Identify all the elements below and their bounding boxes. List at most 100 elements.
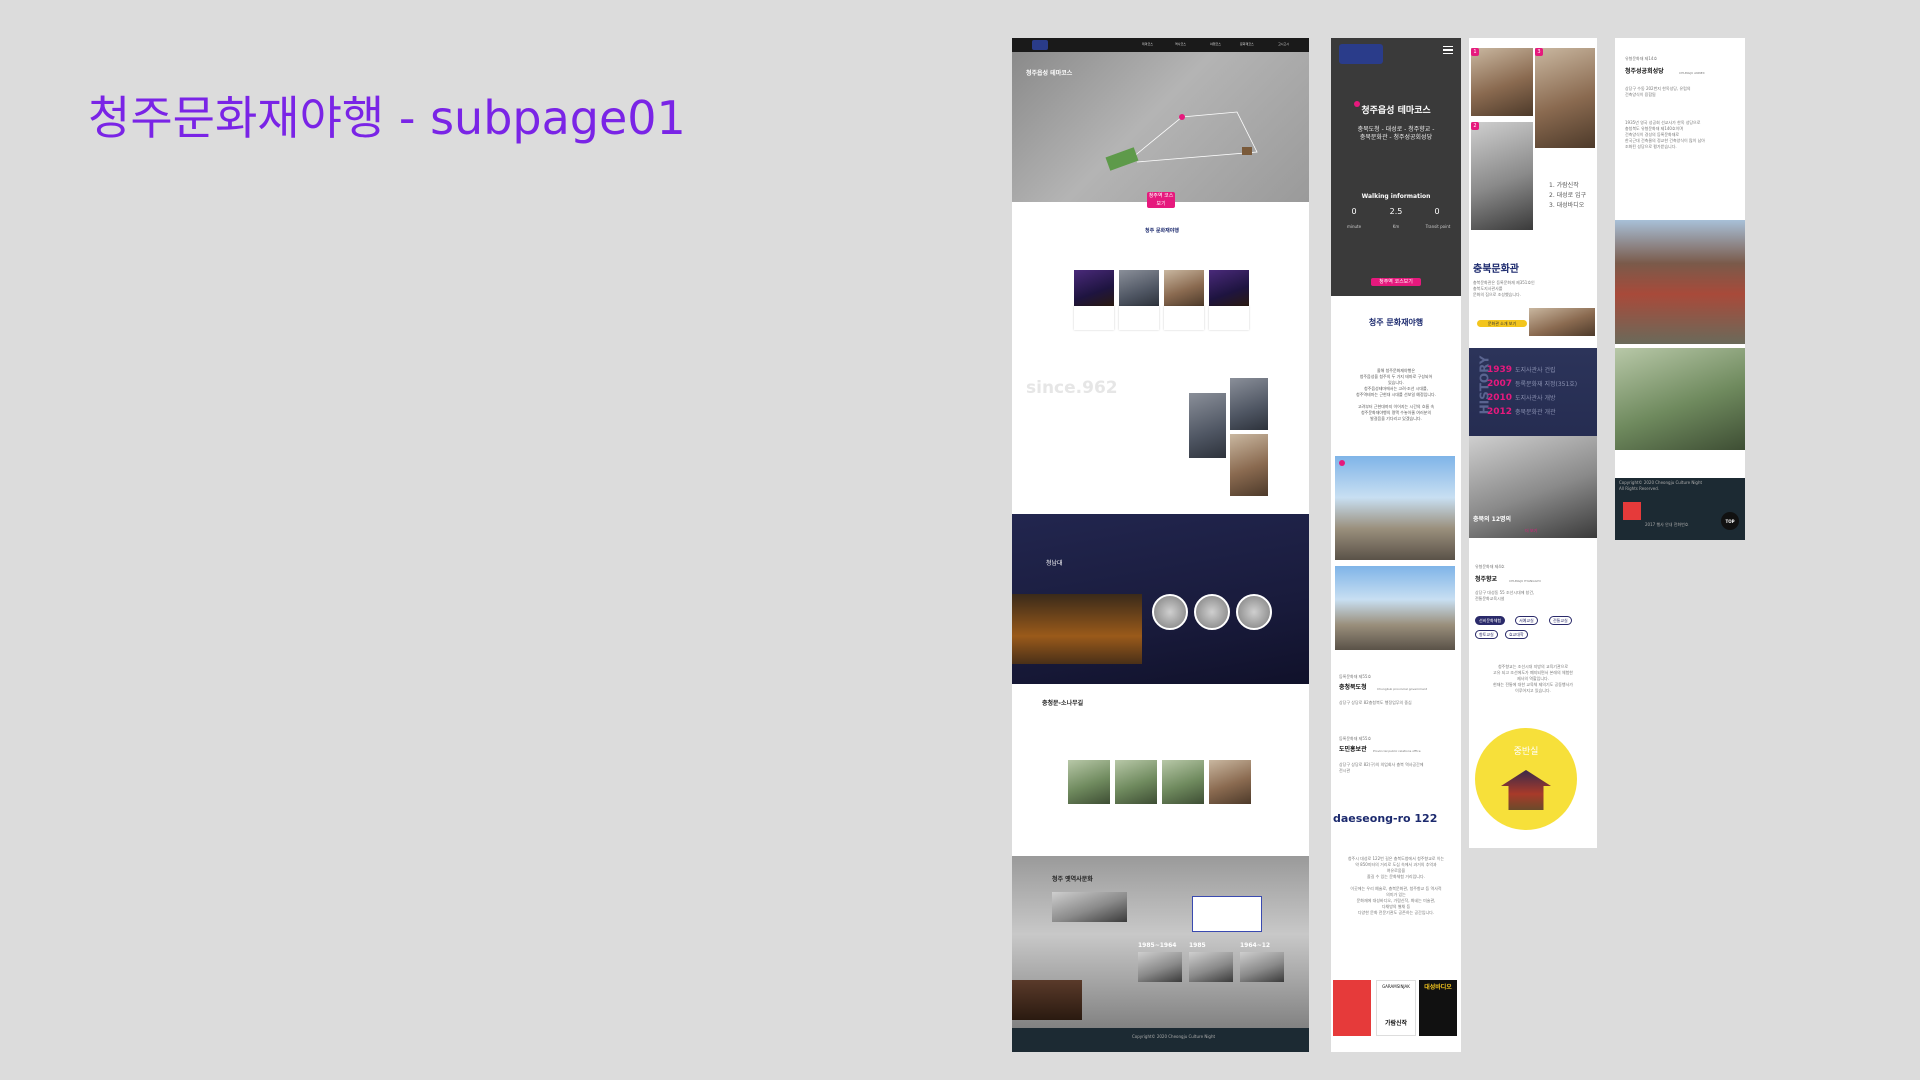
- street-desc: 청주시 대성로 122번 길은 충북도청에서 청주향교로 이는 약 850미터의…: [1347, 856, 1445, 915]
- poster-3-title: 대성바디오: [1424, 984, 1452, 991]
- menu-icon[interactable]: [1443, 46, 1453, 54]
- gallery-house-photo-3[interactable]: [1535, 48, 1595, 148]
- chip-traditional[interactable]: 전통교실: [1549, 616, 1572, 625]
- chimney-photo-3[interactable]: [1230, 434, 1268, 496]
- brand-logo-icon: [1623, 502, 1641, 520]
- nav-item-history[interactable]: 역사코스: [1175, 42, 1186, 46]
- gallery-house-photo-1[interactable]: [1471, 48, 1533, 116]
- gallery-caption-3: [1164, 306, 1204, 330]
- gallery-photo-1[interactable]: [1074, 270, 1114, 306]
- gallery-caption-2: [1119, 306, 1159, 330]
- history-text-4: 충북문화관 개관: [1514, 409, 1556, 416]
- history-year-4: 2012: [1487, 407, 1513, 417]
- poster-2[interactable]: GARAMSINJAK 가람신작: [1376, 980, 1416, 1036]
- culture-center-name: 충북문화관: [1473, 264, 1519, 275]
- cathedral-name: 청주성공회성당: [1625, 68, 1664, 75]
- gallery-photo-4[interactable]: [1209, 270, 1249, 306]
- culture-center-photo[interactable]: [1529, 308, 1595, 336]
- top-button[interactable]: TOP: [1721, 512, 1739, 530]
- cathedral-intro: 상당구 수동 202번지 한옥성당, 유럽의 건축양식이 융합됨: [1625, 86, 1691, 97]
- place2-name: 도민홍보관: [1339, 746, 1367, 753]
- chip-local[interactable]: 향토교실: [1475, 630, 1498, 639]
- poster-3[interactable]: 대성바디오: [1419, 980, 1457, 1036]
- chimney-photo-1[interactable]: [1189, 393, 1226, 458]
- mobile3-footer: Copyright© 2020 Cheongju Culture Night A…: [1615, 478, 1745, 540]
- station-section: 청주 옛역사문화 1985~1964 1985 1964~12 Copyrigh…: [1012, 856, 1309, 1052]
- nav-item-night[interactable]: 야행코스: [1210, 42, 1221, 46]
- desktop-subpage-mockup: 테마코스 역사코스 야행코스 문화재코스 고시고시 청주읍성 테마코스 청주역 …: [1012, 38, 1309, 1052]
- info-card: [1192, 896, 1262, 932]
- hyanggyo-long-desc: 청주향교는 조선시대 지방의 교육기관으로 고유 되고 조선에도가 폐지되면서 …: [1493, 664, 1573, 693]
- cathedral-photo[interactable]: [1615, 220, 1745, 344]
- place1-name: 충청북도청: [1339, 684, 1367, 691]
- history-text-2: 등록문화재 지정(351호): [1514, 381, 1578, 388]
- night-heading: 청남대: [1046, 560, 1063, 567]
- culture-center-button[interactable]: 문화관 소개 보기: [1477, 320, 1527, 327]
- photo-number-1: 1: [1471, 48, 1479, 56]
- tree-photo-4[interactable]: [1209, 760, 1251, 804]
- tree-photo-1[interactable]: [1068, 760, 1110, 804]
- people-more-link[interactable]: 더 보기: [1525, 528, 1537, 534]
- tree-photo-2[interactable]: [1115, 760, 1157, 804]
- course-button[interactable]: 청주역 코스보기: [1147, 192, 1175, 208]
- history-year-1: 1939: [1487, 365, 1513, 375]
- mobile-hero-heading: 청주읍성 테마코스: [1361, 106, 1431, 116]
- place1-tag: 등록문화재 제55호: [1339, 674, 1372, 679]
- desktop-nav-bar: 테마코스 역사코스 야행코스 문화재코스 고시고시: [1012, 38, 1309, 52]
- chip-seonbi[interactable]: 선비문화체험: [1475, 616, 1506, 625]
- nav-item-theme[interactable]: 테마코스: [1142, 42, 1153, 46]
- photo-pink-dot-icon: [1339, 460, 1345, 466]
- place1-en: Chungbuk provincial government: [1377, 687, 1428, 691]
- year-2: 1985: [1189, 942, 1206, 949]
- mobile-logo-top[interactable]: [1339, 44, 1383, 64]
- circle-photo-3[interactable]: [1236, 594, 1272, 630]
- place2-tag: 등록문화재 제55호: [1339, 736, 1372, 741]
- cathedral-desc: 1935년 영국 성공회 선교사가 한옥 성당으로 충청북도 유형문화재 제14…: [1625, 120, 1705, 149]
- mobile-mockup-1: 청주읍성 테마코스 충북도청 - 대성로 - 청주향교 - 충북문화관 - 청주…: [1331, 38, 1461, 1052]
- highlight-circle-label: 중반실: [1513, 747, 1539, 757]
- circle-photo-2[interactable]: [1194, 594, 1230, 630]
- history-photo-2[interactable]: [1189, 952, 1233, 982]
- hero-map-section: 청주읍성 테마코스 청주역 코스보기: [1012, 52, 1309, 208]
- gallery-photo-2[interactable]: [1119, 270, 1159, 306]
- history-year-3: 2010: [1487, 393, 1513, 403]
- circle-photo-1[interactable]: [1152, 594, 1188, 630]
- stat-minute-unit: minute: [1346, 224, 1362, 229]
- chimney-photo-2[interactable]: [1230, 378, 1268, 430]
- history-year-2: 2007: [1487, 379, 1513, 389]
- pr-office-photo[interactable]: [1335, 566, 1455, 650]
- tree-photo-3[interactable]: [1162, 760, 1204, 804]
- history-row-3: 2010 도지사관사 개방: [1487, 392, 1556, 405]
- list-item-1: 1. 가람신작: [1549, 182, 1579, 189]
- gallery-photo-3[interactable]: [1164, 270, 1204, 306]
- hanok-photo: [1012, 594, 1142, 664]
- statue-photo[interactable]: [1615, 348, 1745, 450]
- mobile-course-button[interactable]: 청주역 코스보기: [1371, 278, 1421, 286]
- station-heading: 청주 옛역사문화: [1052, 876, 1093, 883]
- history-photo-3[interactable]: [1240, 952, 1284, 982]
- highlight-circle[interactable]: 중반실: [1475, 728, 1577, 830]
- gallery-house-photo-2[interactable]: [1471, 122, 1533, 230]
- nav-item-notice[interactable]: 고시고시: [1278, 42, 1289, 46]
- street-title: daeseong-ro 122: [1333, 812, 1438, 825]
- history-row-4: 2012 충북문화관 개관: [1487, 406, 1556, 419]
- logo[interactable]: [1032, 40, 1048, 50]
- page-title: 청주문화재야행 - subpage01: [88, 91, 686, 145]
- history-photo-1[interactable]: [1138, 952, 1182, 982]
- nav-item-heritage[interactable]: 문화재코스: [1240, 42, 1254, 46]
- poster-1[interactable]: [1333, 980, 1371, 1036]
- year-3: 1964~12: [1240, 942, 1271, 949]
- cathedral-en: CHUNGJU ANNEX: [1679, 71, 1705, 75]
- chip-college[interactable]: 효교대학: [1505, 630, 1528, 639]
- history-section: HISTORY 1939 도지사관사 건립 2007 등록문화재 지정(351호…: [1469, 348, 1597, 538]
- school-heading: 충청문-소나무길: [1042, 700, 1084, 707]
- mobile3-footer-contact: 2017 행사 안내 전화번호: [1645, 522, 1689, 527]
- festival-logo: 청주 문화재야행: [1145, 228, 1179, 234]
- provincial-office-photo[interactable]: [1335, 456, 1455, 560]
- footer-copyright: Copyright© 2020 Cheongju Culture Night: [1132, 1034, 1216, 1039]
- chip-calligraphy[interactable]: 서예교실: [1515, 616, 1538, 625]
- culture-center-desc: 충북문화관은 등록문화재 제351호인 충북도지사관사를 문화의 집으로 조성했…: [1473, 280, 1535, 297]
- place2-desc: 상당구 상당로 82(구)의 의업회사 충북 역사공간에 전시관: [1339, 762, 1424, 773]
- since-watermark: since.962: [1026, 378, 1118, 398]
- stat-minute-value: 0: [1351, 207, 1357, 216]
